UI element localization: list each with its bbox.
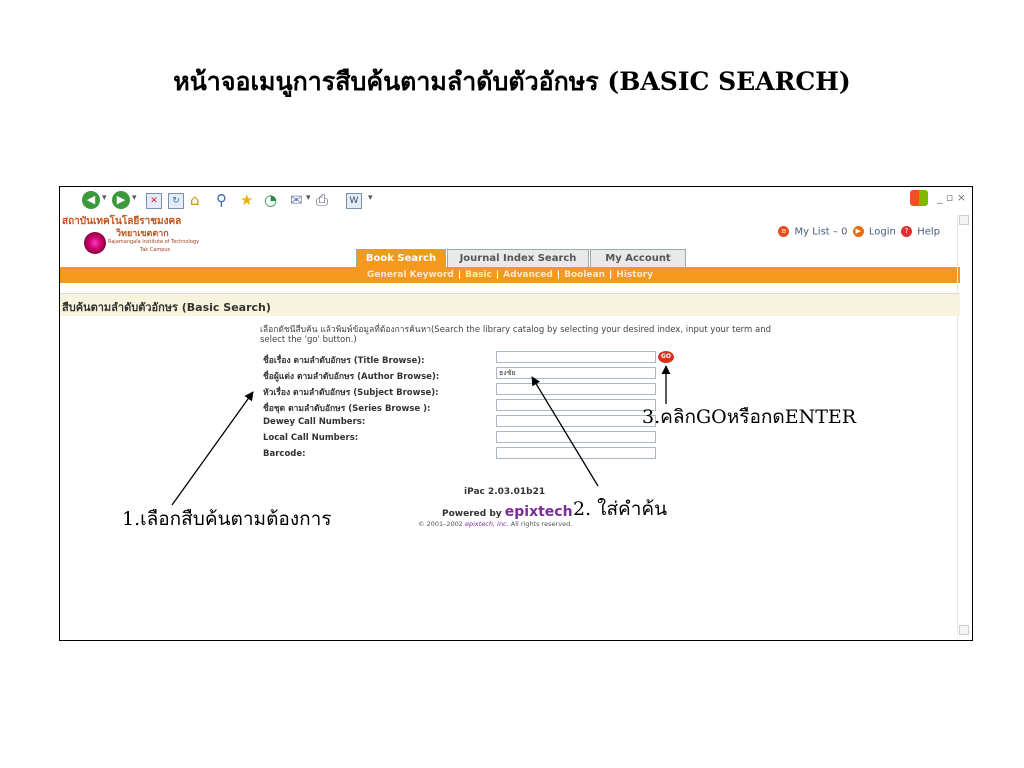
series-browse-label: ชื่อชุด ตามลำดับอักษร (Series Browse ): [263,404,431,414]
campus-name-english: Tak Campus [140,247,171,253]
help-link[interactable]: Help [917,227,940,238]
institution-header: สถาบันเทคโนโลยีราชมงคล วิทยาเขตตาก Rajam… [62,214,302,256]
nav-basic[interactable]: Basic [465,270,492,280]
slide-title: หน้าจอเมนูการสืบค้นตามลำดับตัวอักษร (BAS… [173,67,851,96]
forward-dropdown-icon[interactable]: ▾ [132,193,137,203]
my-list-icon[interactable]: ≡ [778,226,790,237]
dewey-call-numbers-label: Dewey Call Numbers: [263,417,366,427]
nav-separator: | [609,270,613,280]
stop-icon[interactable]: ✕ [146,193,162,209]
nav-general-keyword[interactable]: General Keyword [367,270,454,280]
home-icon[interactable]: ⌂ [190,190,200,210]
back-icon[interactable]: ◀ [82,191,100,209]
nav-separator: | [457,270,462,280]
annotation-step2: 2. ใส่คำค้น [573,498,668,520]
scroll-down-button[interactable] [959,625,969,635]
search-instructions: เลือกดัชนีสืบค้น แล้วพิมพ์ข้อมูลที่ต้องก… [260,325,771,345]
nav-history[interactable]: History [616,270,653,280]
browser-toolbar: ◀ ▾ ▶ ▾ ✕ ↻ ⌂ ⚲ ★ ◔ ✉ ▾ ⎙ W ▾ _ ▫ × [60,187,972,213]
copyright-prefix: © 2001–2002 [418,520,463,528]
favorites-icon[interactable]: ★ [240,190,253,210]
title-browse-input[interactable] [496,351,656,363]
subject-browse-input[interactable] [496,383,656,395]
my-list-link[interactable]: My List – 0 [795,227,848,238]
edit-dropdown-icon[interactable]: ▾ [368,193,373,203]
mail-dropdown-icon[interactable]: ▾ [306,193,311,203]
mail-icon[interactable]: ✉ [290,190,303,210]
tab-book-search[interactable]: Book Search [356,249,446,267]
title-browse-label: ชื่อเรื่อง ตามลำดับอักษร (Title Browse): [263,356,425,366]
history-icon[interactable]: ◔ [264,190,277,210]
annotation-step3: 3.คลิกGOหรือกดENTER [642,406,857,428]
print-icon[interactable]: ⎙ [316,190,328,210]
campus-name-thai: วิทยาเขตตาก [116,229,169,239]
copyright-suffix: All rights reserved. [510,520,573,528]
powered-by-label: Powered by [442,509,502,519]
author-browse-label: ชื่อผู้แต่ง ตามลำดับอักษร (Author Browse… [263,372,440,382]
help-icon[interactable]: ? [901,226,912,237]
subject-browse-label: หัวเรื่อง ตามลำดับอักษร (Subject Browse)… [263,388,439,398]
nav-advanced[interactable]: Advanced [503,270,553,280]
tab-journal-index-search[interactable]: Journal Index Search [447,249,589,267]
nav-separator: | [495,270,500,280]
powered-by: Powered by epixtech [442,504,573,520]
forward-icon[interactable]: ▶ [112,191,130,209]
section-header-bar: สืบค้นตามลำดับตัวอักษร (Basic Search) [60,293,960,316]
series-browse-input[interactable] [496,399,656,411]
copyright: © 2001–2002 epixtech, inc. All rights re… [418,520,572,528]
search-icon[interactable]: ⚲ [216,190,227,210]
dewey-call-numbers-input[interactable] [496,415,656,427]
scroll-up-button[interactable] [959,215,969,225]
local-call-numbers-input[interactable] [496,431,656,443]
vertical-scrollbar[interactable] [957,215,969,635]
go-button[interactable]: GO [658,351,674,363]
local-call-numbers-label: Local Call Numbers: [263,433,359,443]
copyright-company[interactable]: epixtech, inc. [465,520,509,528]
window-controls[interactable]: _ ▫ × [937,191,966,204]
tab-my-account[interactable]: My Account [590,249,686,267]
login-icon[interactable]: ▶ [852,226,864,237]
author-browse-input[interactable]: ธงชัย [496,367,656,379]
section-title: สืบค้นตามลำดับตัวอักษร (Basic Search) [62,301,271,314]
search-type-nav: General Keyword | Basic | Advanced | Boolean | H… [60,267,960,283]
refresh-icon[interactable]: ↻ [168,193,184,209]
barcode-label: Barcode: [263,449,306,459]
nav-separator: | [556,270,561,280]
ipac-version: iPac 2.03.01b21 [464,487,546,497]
nav-boolean[interactable]: Boolean [564,270,605,280]
institution-name-english: Rajamangala Institute of Technology [108,239,200,245]
epixtech-logo[interactable]: epixtech [505,504,573,520]
login-link[interactable]: Login [869,227,896,238]
barcode-input[interactable] [496,447,656,459]
annotation-step1: 1.เลือกสืบค้นตามต้องการ [122,508,332,530]
institution-logo [84,232,106,254]
top-links: ≡ My List – 0 ▶ Login ? Help [776,226,940,238]
edit-icon[interactable]: W [346,193,362,209]
windows-logo-icon [910,190,928,206]
back-dropdown-icon[interactable]: ▾ [102,193,107,203]
